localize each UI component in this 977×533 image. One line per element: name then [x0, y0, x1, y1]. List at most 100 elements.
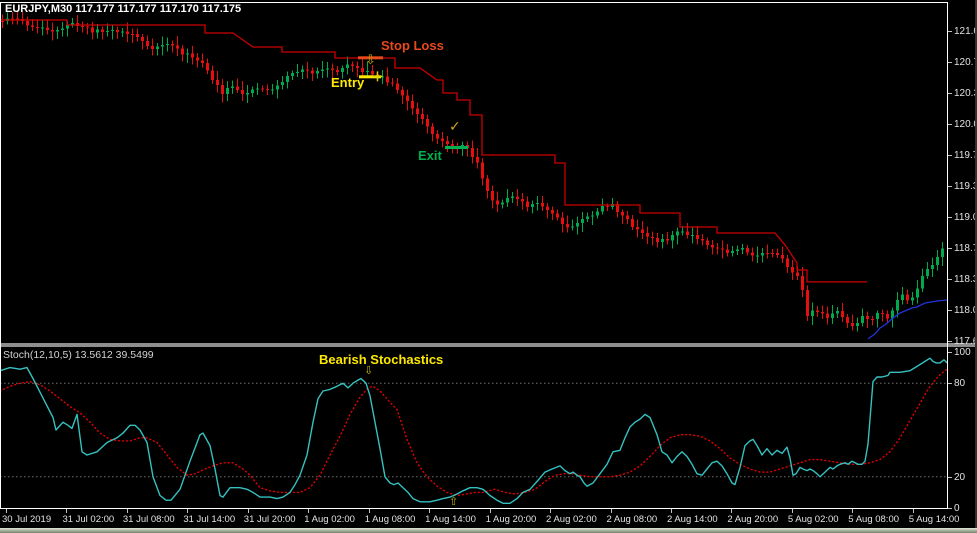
candle-body — [276, 85, 279, 89]
candle-body — [281, 82, 284, 85]
candle-body — [166, 44, 169, 45]
candle-body — [391, 83, 394, 84]
time-tick — [429, 509, 430, 513]
candle-body — [681, 231, 684, 232]
candle-body — [146, 41, 149, 46]
stop-loss-label[interactable]: Stop Loss — [381, 39, 444, 52]
stoch-tick — [948, 477, 952, 478]
candle-body — [766, 253, 769, 254]
time-axis[interactable]: 30 Jul 201931 Jul 02:0031 Jul 08:0031 Ju… — [0, 509, 977, 528]
candle-body — [81, 26, 84, 27]
candle-body — [446, 141, 449, 144]
exit-marker[interactable] — [445, 146, 468, 149]
candle-body — [256, 89, 259, 90]
candle-body — [56, 30, 59, 31]
stoch-indicator-label: Stoch(12,10,5) 13.5612 39.5499 — [3, 350, 154, 361]
time-tick — [248, 509, 249, 513]
candle-body — [511, 197, 514, 198]
exit-check-icon[interactable]: ✓ — [449, 120, 461, 134]
candle-body — [306, 70, 309, 71]
candle-body — [936, 257, 939, 265]
time-tick — [852, 509, 853, 513]
candle-body — [236, 87, 239, 90]
candle-body — [426, 119, 429, 127]
candle-body — [561, 218, 564, 225]
time-tick — [913, 509, 914, 513]
candle-body — [896, 300, 899, 310]
candle-body — [266, 89, 269, 90]
candle-body — [336, 70, 339, 72]
candle-body — [786, 259, 789, 268]
candle-body — [321, 70, 324, 71]
candle-body — [351, 65, 354, 66]
candle-body — [581, 219, 584, 223]
panel-separator — [0, 343, 977, 347]
candle-body — [836, 311, 839, 314]
candle-body — [41, 27, 44, 28]
candle-body — [881, 313, 884, 314]
stoch-main-line — [0, 358, 947, 503]
candle-body — [791, 267, 794, 272]
candle-body — [61, 28, 64, 30]
stoch-scale[interactable]: 10080200 — [948, 0, 977, 533]
time-tick — [792, 509, 793, 513]
stoch-arrow-up-icon[interactable]: ⇧ — [449, 496, 458, 507]
candle-body — [291, 73, 294, 76]
stoch-axis-label: 20 — [954, 473, 965, 483]
candle-body — [716, 248, 719, 249]
candle-body — [441, 139, 444, 142]
stoch-level-lines — [0, 383, 947, 477]
reversal-line — [868, 300, 947, 339]
bearish-stochastics-label[interactable]: Bearish Stochastics — [319, 353, 443, 366]
candle-body — [921, 276, 924, 288]
candle-body — [571, 226, 574, 227]
candle-body — [916, 288, 919, 297]
candle-body — [216, 80, 219, 85]
time-tick — [550, 509, 551, 513]
candle-body — [251, 89, 254, 93]
candle-body — [151, 46, 154, 49]
candle-body — [741, 248, 744, 250]
time-axis-label: 1 Aug 08:00 — [365, 515, 416, 525]
stoch-arrow-down-icon[interactable]: ⇩ — [364, 365, 373, 376]
candle-body — [226, 88, 229, 94]
candle-body — [171, 44, 174, 45]
candle-body — [906, 295, 909, 301]
candle-body — [206, 63, 209, 71]
candle-body — [161, 45, 164, 46]
time-axis-label: 2 Aug 08:00 — [607, 515, 658, 525]
chart-canvas[interactable] — [0, 0, 977, 533]
candle-body — [506, 198, 509, 203]
candle-body — [676, 231, 679, 235]
time-tick — [6, 509, 7, 513]
candle-body — [396, 83, 399, 90]
candle-body — [866, 316, 869, 319]
candle-body — [771, 253, 774, 254]
candle-body — [856, 323, 859, 326]
candle-body — [526, 202, 529, 207]
candle-body — [811, 311, 814, 317]
candle-body — [186, 54, 189, 55]
candle-body — [736, 250, 739, 251]
candle-body — [731, 251, 734, 253]
candle-body — [96, 30, 99, 33]
candle-body — [371, 71, 374, 75]
candle-body — [796, 273, 799, 276]
candle-body — [201, 61, 204, 64]
candle-body — [886, 314, 889, 319]
candle-body — [471, 148, 474, 157]
candle-body — [361, 68, 364, 72]
candle-body — [726, 250, 729, 253]
chart-title: EURJPY,M30 117.177 117.177 117.170 117.1… — [5, 4, 241, 15]
candle-body — [821, 312, 824, 314]
candle-body — [606, 206, 609, 207]
candle-body — [401, 90, 404, 95]
candle-body — [631, 219, 634, 227]
exit-label[interactable]: Exit — [418, 149, 442, 162]
window-bottom-edge — [0, 528, 977, 533]
time-axis-label: 30 Jul 2019 — [2, 515, 51, 525]
candle-body — [301, 70, 304, 72]
entry-label[interactable]: Entry — [331, 76, 364, 89]
stop-arrow-down-icon[interactable]: ⇩ — [365, 54, 376, 67]
time-tick — [187, 509, 188, 513]
